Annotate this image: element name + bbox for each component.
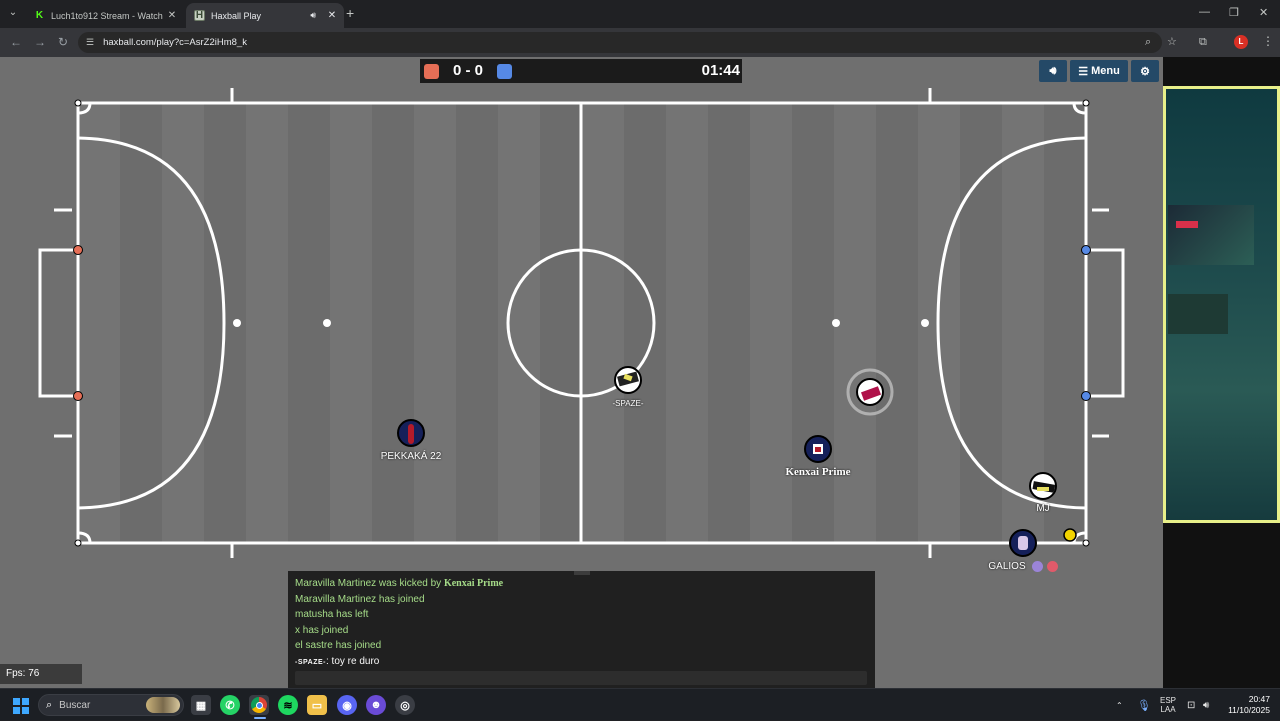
stream-preview bbox=[1168, 205, 1254, 265]
settings-button[interactable]: ⚙ bbox=[1131, 60, 1159, 82]
microphone-icon[interactable]: 🎙︎ bbox=[1137, 689, 1151, 721]
extensions-icon[interactable]: ⧉ bbox=[1199, 32, 1207, 53]
speaker-icon: 🔊︎ bbox=[1049, 64, 1057, 77]
profile-avatar[interactable]: L bbox=[1234, 35, 1248, 49]
volume-icon[interactable]: 🔊︎ bbox=[1203, 689, 1209, 721]
chrome-icon[interactable] bbox=[249, 695, 269, 715]
menu-button[interactable]: ☰ Menu bbox=[1070, 60, 1128, 82]
hamburger-icon: ☰ bbox=[1078, 65, 1089, 78]
chat-message: el sastre has joined bbox=[295, 640, 382, 652]
blue-team-indicator bbox=[497, 64, 512, 79]
player-avatar bbox=[1029, 472, 1057, 500]
fps-counter: Fps: 76 bbox=[0, 664, 82, 684]
stream-preview-window bbox=[1168, 294, 1228, 334]
app-icon[interactable]: ☻ bbox=[366, 695, 386, 715]
player-name: GALIOS bbox=[988, 561, 1026, 572]
player-avatar bbox=[804, 435, 832, 463]
player-name: Kenxai Prime bbox=[785, 466, 851, 478]
minimize-icon[interactable]: — bbox=[1199, 6, 1210, 18]
network-icon[interactable]: ⊡ bbox=[1187, 689, 1195, 721]
more-menu-icon[interactable]: ⋮ bbox=[1262, 34, 1274, 48]
taskbar-clock[interactable]: 20:47 11/10/2025 bbox=[1222, 694, 1270, 716]
chevron-up-icon[interactable]: ⌃ bbox=[1116, 689, 1123, 721]
chat-log: Maravilla Martinez was kicked by Kenxai … bbox=[295, 576, 503, 671]
chat-message: Maravilla Martinez has joined bbox=[295, 593, 425, 605]
search-highlight-image bbox=[146, 697, 180, 713]
close-window-icon[interactable]: ✕ bbox=[1259, 6, 1268, 19]
menu-label: Menu bbox=[1091, 65, 1120, 77]
task-view-icon[interactable]: ▦ bbox=[191, 695, 211, 715]
emoji-icon bbox=[1047, 561, 1058, 572]
chat-message: -SPAZE-: toy re duro bbox=[295, 655, 380, 667]
search-label: Buscar bbox=[59, 699, 91, 711]
scoreboard: 0 - 0 01:44 bbox=[420, 59, 742, 83]
match-timer: 01:44 bbox=[701, 62, 740, 79]
chat-resize-handle[interactable] bbox=[574, 571, 590, 575]
chat-message: matusha has left bbox=[295, 609, 369, 621]
gear-icon: ⚙ bbox=[1140, 65, 1150, 78]
player-avatar bbox=[1009, 529, 1037, 557]
language-indicator[interactable]: ESP LAA bbox=[1160, 689, 1176, 721]
player-avatar bbox=[856, 378, 884, 406]
side-panel bbox=[1163, 57, 1280, 688]
player-avatar bbox=[614, 366, 642, 394]
player-name: -SPAZE- bbox=[612, 399, 644, 408]
restore-icon[interactable]: ❐ bbox=[1229, 6, 1239, 19]
search-icon: ⌕ bbox=[46, 698, 53, 711]
player-avatar bbox=[397, 419, 425, 447]
bookmark-star-icon[interactable]: ☆ bbox=[1167, 32, 1177, 53]
taskbar: ⌕ Buscar ▦ ✆ ≋ ▭ ◉ ☻ ◎ ⌃ 🎙︎ ESP LAA ⊡ 🔊︎… bbox=[0, 688, 1280, 720]
chat-message: x has joined bbox=[295, 624, 349, 636]
obs-icon[interactable]: ◎ bbox=[395, 695, 415, 715]
score: 0 - 0 bbox=[452, 62, 483, 79]
chat-message: Maravilla Martinez was kicked by Kenxai … bbox=[295, 578, 504, 589]
chat-input[interactable] bbox=[295, 671, 867, 685]
file-explorer-icon[interactable]: ▭ bbox=[307, 695, 327, 715]
sound-button[interactable]: 🔊︎ bbox=[1039, 60, 1067, 82]
stream-overlay bbox=[1163, 86, 1280, 523]
ball bbox=[1063, 528, 1077, 542]
whatsapp-icon[interactable]: ✆ bbox=[220, 695, 240, 715]
taskbar-search[interactable]: ⌕ Buscar bbox=[38, 694, 184, 716]
stream-preview-bar bbox=[1176, 221, 1198, 228]
emoji-icon bbox=[1032, 561, 1043, 572]
spotify-icon[interactable]: ≋ bbox=[278, 695, 298, 715]
active-app-indicator bbox=[254, 717, 266, 719]
windows-start-icon[interactable] bbox=[13, 698, 29, 714]
red-team-indicator bbox=[424, 64, 439, 79]
player-name: MJ bbox=[1036, 503, 1050, 514]
chat-panel: Maravilla Martinez was kicked by Kenxai … bbox=[288, 571, 875, 688]
player-name: PEKKAKÁ 22 bbox=[380, 451, 442, 462]
discord-icon[interactable]: ◉ bbox=[337, 695, 357, 715]
